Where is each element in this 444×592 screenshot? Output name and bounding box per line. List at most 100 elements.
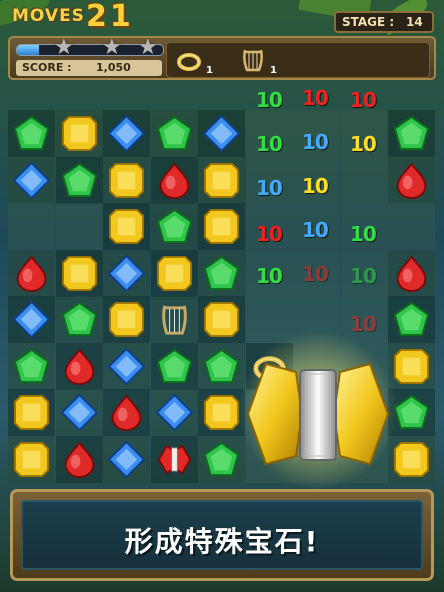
floating-points-label: 10 xyxy=(256,264,283,288)
score-progress-fill xyxy=(17,45,39,55)
moves-label: MOVES xyxy=(12,6,85,26)
board-cell[interactable] xyxy=(150,342,198,390)
board-cell[interactable] xyxy=(55,342,103,390)
blue-gem-icon xyxy=(60,393,99,432)
yellow-gem-icon xyxy=(60,254,99,293)
board-cell-empty[interactable] xyxy=(388,203,435,250)
harp-icon xyxy=(243,49,263,72)
board-cell-empty[interactable] xyxy=(55,203,103,250)
floating-points-label: 10 xyxy=(302,86,329,110)
board-cell[interactable] xyxy=(103,389,150,436)
board-cell[interactable] xyxy=(8,389,55,436)
board-cell[interactable] xyxy=(150,249,198,297)
blue-gem-icon xyxy=(107,114,146,153)
score-label: SCORE : xyxy=(22,61,72,74)
board-cell[interactable] xyxy=(55,389,103,436)
board-cell[interactable] xyxy=(103,435,150,483)
yellow-gem-icon xyxy=(392,347,431,386)
board-cell[interactable] xyxy=(103,110,150,157)
stage-value: 14 xyxy=(406,15,423,29)
blue-gem-icon xyxy=(107,347,146,386)
board-cell[interactable] xyxy=(198,342,245,390)
red-gem-icon xyxy=(392,161,431,200)
board-cell[interactable] xyxy=(55,435,103,483)
score-value: 1,050 xyxy=(96,61,131,74)
board-cell[interactable] xyxy=(8,296,55,343)
green-gem-icon xyxy=(60,161,99,200)
harp-icon xyxy=(155,300,194,339)
board-cell[interactable] xyxy=(55,296,103,343)
board-cell[interactable] xyxy=(150,156,198,204)
red-gem-icon xyxy=(392,254,431,293)
board-cell[interactable] xyxy=(150,296,198,343)
floating-points-label: 10 xyxy=(302,218,329,242)
board-cell[interactable] xyxy=(8,342,55,390)
board-cell[interactable] xyxy=(150,435,198,483)
yellow-gem-icon xyxy=(12,393,51,432)
board-cell[interactable] xyxy=(198,203,245,250)
yellow-gem-icon xyxy=(392,440,431,479)
board-cell[interactable] xyxy=(388,435,435,483)
yellow-gem-icon xyxy=(107,300,146,339)
floating-points-label: 10 xyxy=(256,132,283,156)
blue-gem-icon xyxy=(155,393,194,432)
floating-points-label: 10 xyxy=(350,264,377,288)
board-cell[interactable] xyxy=(103,249,150,297)
board-cell[interactable] xyxy=(388,110,435,157)
board-cell[interactable] xyxy=(198,156,245,204)
floating-points-label: 10 xyxy=(350,88,377,112)
ring-icon xyxy=(177,53,201,71)
floating-points-label: 10 xyxy=(302,130,329,154)
board-cell[interactable] xyxy=(198,296,245,343)
floating-points-label: 10 xyxy=(256,222,283,246)
yellow-gem-icon xyxy=(107,161,146,200)
floating-points-label: 10 xyxy=(350,132,377,156)
board-cell[interactable] xyxy=(103,156,150,204)
red-gem-icon xyxy=(12,254,51,293)
red-gem-icon xyxy=(60,440,99,479)
blue-gem-icon xyxy=(107,440,146,479)
tutorial-banner-inner: 形成特殊宝石! xyxy=(21,500,423,570)
board-cell[interactable] xyxy=(388,342,435,390)
green-gem-icon xyxy=(392,300,431,339)
board-cell[interactable] xyxy=(8,435,55,483)
board-cell[interactable] xyxy=(198,435,245,483)
floating-points-label: 10 xyxy=(302,174,329,198)
yellow-gem-icon xyxy=(202,207,241,246)
green-gem-icon xyxy=(202,254,241,293)
board-cell[interactable] xyxy=(150,389,198,436)
board-cell[interactable] xyxy=(103,342,150,390)
green-gem-icon xyxy=(202,440,241,479)
board-cell-empty[interactable] xyxy=(340,156,388,204)
board-cell[interactable] xyxy=(8,249,55,297)
board-cell[interactable] xyxy=(150,203,198,250)
ring-booster[interactable]: 1 xyxy=(175,46,213,76)
board-cell[interactable] xyxy=(55,156,103,204)
floating-points-label: 10 xyxy=(256,176,283,200)
board-cell[interactable] xyxy=(103,203,150,250)
board-cell[interactable] xyxy=(55,249,103,297)
floating-points-label: 10 xyxy=(350,222,377,246)
harp-booster[interactable]: 1 xyxy=(239,46,277,76)
yellow-gem-icon xyxy=(202,161,241,200)
red-gem-icon xyxy=(155,161,194,200)
board-cell[interactable] xyxy=(198,249,245,297)
board-cell[interactable] xyxy=(150,110,198,157)
board-cell[interactable] xyxy=(388,156,435,204)
green-gem-icon xyxy=(392,114,431,153)
board-cell[interactable] xyxy=(388,296,435,343)
board-cell[interactable] xyxy=(198,110,245,157)
star-2-icon: ★ xyxy=(102,35,122,60)
board-cell[interactable] xyxy=(8,110,55,157)
board-cell[interactable] xyxy=(8,156,55,204)
yellow-gem-icon xyxy=(155,254,194,293)
green-gem-icon xyxy=(155,114,194,153)
board-cell[interactable] xyxy=(103,296,150,343)
yellow-gem-icon xyxy=(202,300,241,339)
board-cell-empty[interactable] xyxy=(8,203,55,250)
board-cell[interactable] xyxy=(388,249,435,297)
yellow-gem-icon xyxy=(60,114,99,153)
yellow-gem-icon xyxy=(12,440,51,479)
board-cell[interactable] xyxy=(55,110,103,157)
tutorial-banner: 形成特殊宝石! xyxy=(10,489,434,581)
